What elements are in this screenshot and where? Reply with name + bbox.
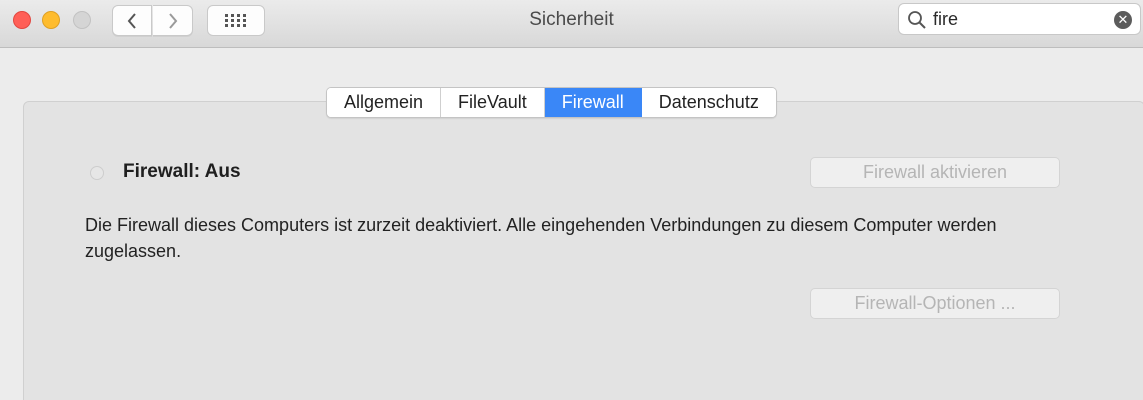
firewall-status-label: Firewall: Aus (123, 161, 241, 182)
firewall-description: Die Firewall dieses Computers ist zurzei… (85, 215, 997, 261)
tab-filevault[interactable]: FileVault (441, 88, 545, 117)
title-bar: Sicherheit ✕ (0, 0, 1143, 48)
firewall-options-button[interactable]: Firewall-Optionen ... (810, 288, 1060, 319)
search-input[interactable] (933, 8, 1103, 30)
tab-bar: Allgemein FileVault Firewall Datenschutz (326, 87, 777, 118)
activate-firewall-button[interactable]: Firewall aktivieren (810, 157, 1060, 188)
clear-icon[interactable]: ✕ (1114, 11, 1132, 29)
tab-allgemein[interactable]: Allgemein (327, 88, 442, 117)
search-icon (908, 11, 926, 29)
tab-firewall[interactable]: Firewall (544, 88, 642, 117)
search-field[interactable]: ✕ (898, 3, 1141, 35)
tab-datenschutz[interactable]: Datenschutz (641, 88, 776, 117)
preferences-window: Sicherheit ✕ Allgemein FileVault Firewal… (0, 0, 1143, 400)
status-indicator (90, 166, 104, 180)
